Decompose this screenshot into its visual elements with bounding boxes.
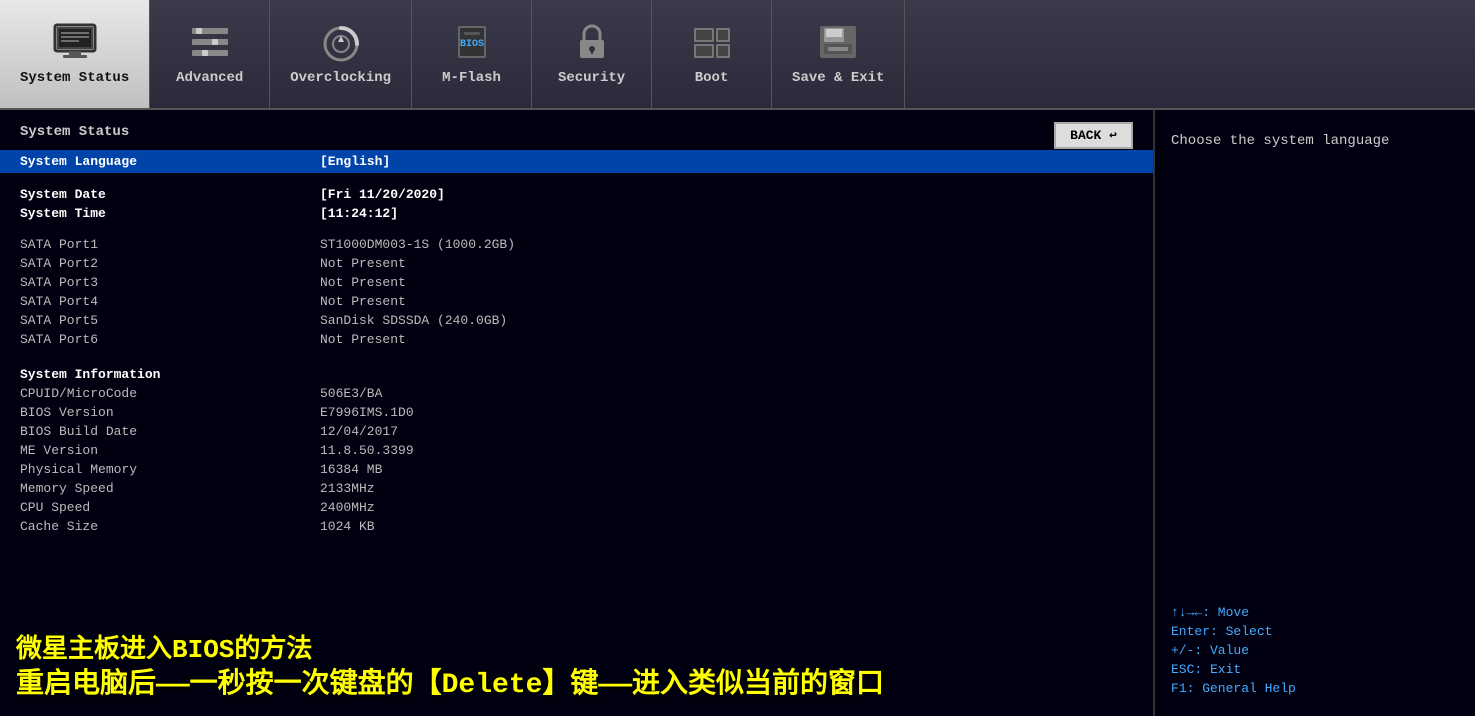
key-value: +/-: Value [1171,643,1459,658]
nav-boot[interactable]: Boot [652,0,772,108]
nav-advanced[interactable]: Advanced [150,0,270,108]
top-navigation: System Status Advanced Overclocking [0,0,1475,110]
nav-save-exit-label: Save & Exit [792,70,884,86]
system-time-row: System Time [11:24:12] [0,204,1153,223]
system-date-value: [Fri 11/20/2020] [320,187,445,202]
nav-mflash-label: M-Flash [442,70,501,86]
sata-port6-row: SATA Port6 Not Present [0,330,1153,349]
me-ver-value: 11.8.50.3399 [320,443,414,458]
nav-boot-label: Boot [695,70,729,86]
sata-port4-row: SATA Port4 Not Present [0,292,1153,311]
sata-port2-row: SATA Port2 Not Present [0,254,1153,273]
spacer [0,173,1153,185]
system-language-value: [English] [320,154,390,169]
nav-security-label: Security [558,70,625,86]
system-language-label: System Language [20,154,320,169]
system-status-icon [51,22,99,62]
me-ver-row: ME Version 11.8.50.3399 [0,441,1153,460]
sata-port5-label: SATA Port5 [20,313,320,328]
nav-save-exit[interactable]: Save & Exit [772,0,905,108]
back-button[interactable]: BACK ↩ [1054,122,1133,149]
key-esc: ESC: Exit [1171,662,1459,677]
overlay-line1: 微星主板进入BIOS的方法 [16,634,1137,668]
cpuid-label: CPUID/MicroCode [20,386,320,401]
svg-text:BIOS: BIOS [460,39,484,50]
mflash-icon: BIOS [448,22,496,62]
mem-speed-label: Memory Speed [20,481,320,496]
key-f1: F1: General Help [1171,681,1459,696]
sata-port5-value: SanDisk SDSSDA (240.0GB) [320,313,507,328]
sata-port3-row: SATA Port3 Not Present [0,273,1153,292]
sata-port3-label: SATA Port3 [20,275,320,290]
sata-port6-value: Not Present [320,332,406,347]
save-exit-icon [814,22,862,62]
overclocking-icon [317,22,365,62]
key-select: Enter: Select [1171,624,1459,639]
cpu-speed-value: 2400MHz [320,500,375,515]
key-help: ↑↓→←: Move Enter: Select +/-: Value ESC:… [1171,605,1459,696]
nav-mflash[interactable]: BIOS M-Flash [412,0,532,108]
overlay-annotation: 微星主板进入BIOS的方法 重启电脑后——一秒按一次键盘的【Delete】键——… [0,626,1153,716]
bios-ver-row: BIOS Version E7996IMS.1D0 [0,403,1153,422]
sata-port1-row: SATA Port1 ST1000DM003-1S (1000.2GB) [0,235,1153,254]
left-panel: System Status BACK ↩ System Language [En… [0,110,1155,716]
mem-speed-row: Memory Speed 2133MHz [0,479,1153,498]
cache-size-value: 1024 KB [320,519,375,534]
sata-port1-label: SATA Port1 [20,237,320,252]
section-title: System Status [0,110,1153,150]
security-icon [568,22,616,62]
right-panel: Choose the system language ↑↓→←: Move En… [1155,110,1475,716]
main-content: System Status BACK ↩ System Language [En… [0,110,1475,716]
sata-port5-row: SATA Port5 SanDisk SDSSDA (240.0GB) [0,311,1153,330]
system-time-label: System Time [20,206,320,221]
cpuid-value: 506E3/BA [320,386,382,401]
me-ver-label: ME Version [20,443,320,458]
spacer2 [0,223,1153,235]
nav-overclocking-label: Overclocking [290,70,391,86]
advanced-icon [186,22,234,62]
phys-mem-row: Physical Memory 16384 MB [0,460,1153,479]
cache-size-label: Cache Size [20,519,320,534]
nav-system-status-label: System Status [20,70,129,86]
sata-port4-label: SATA Port4 [20,294,320,309]
bios-date-value: 12/04/2017 [320,424,398,439]
phys-mem-label: Physical Memory [20,462,320,477]
bios-date-row: BIOS Build Date 12/04/2017 [0,422,1153,441]
sata-port2-label: SATA Port2 [20,256,320,271]
bios-ver-label: BIOS Version [20,405,320,420]
system-date-label: System Date [20,187,320,202]
cpuid-row: CPUID/MicroCode 506E3/BA [0,384,1153,403]
sata-port1-value: ST1000DM003-1S (1000.2GB) [320,237,515,252]
spacer3 [0,349,1153,361]
help-text: Choose the system language [1171,130,1459,152]
phys-mem-value: 16384 MB [320,462,382,477]
nav-system-status[interactable]: System Status [0,0,150,108]
cpu-speed-row: CPU Speed 2400MHz [0,498,1153,517]
sata-port6-label: SATA Port6 [20,332,320,347]
system-language-row[interactable]: System Language [English] [0,150,1153,173]
mem-speed-value: 2133MHz [320,481,375,496]
overlay-line2: 重启电脑后——一秒按一次键盘的【Delete】键——进入类似当前的窗口 [16,668,1137,704]
nav-security[interactable]: Security [532,0,652,108]
nav-advanced-label: Advanced [176,70,243,86]
sata-port4-value: Not Present [320,294,406,309]
key-move: ↑↓→←: Move [1171,605,1459,620]
sata-port2-value: Not Present [320,256,406,271]
bios-ver-value: E7996IMS.1D0 [320,405,414,420]
system-time-value: [11:24:12] [320,206,398,221]
system-info-header: System Information [0,361,1153,384]
cpu-speed-label: CPU Speed [20,500,320,515]
bios-date-label: BIOS Build Date [20,424,320,439]
boot-icon [688,22,736,62]
system-date-row: System Date [Fri 11/20/2020] [0,185,1153,204]
cache-size-row: Cache Size 1024 KB [0,517,1153,536]
sata-port3-value: Not Present [320,275,406,290]
nav-overclocking[interactable]: Overclocking [270,0,412,108]
